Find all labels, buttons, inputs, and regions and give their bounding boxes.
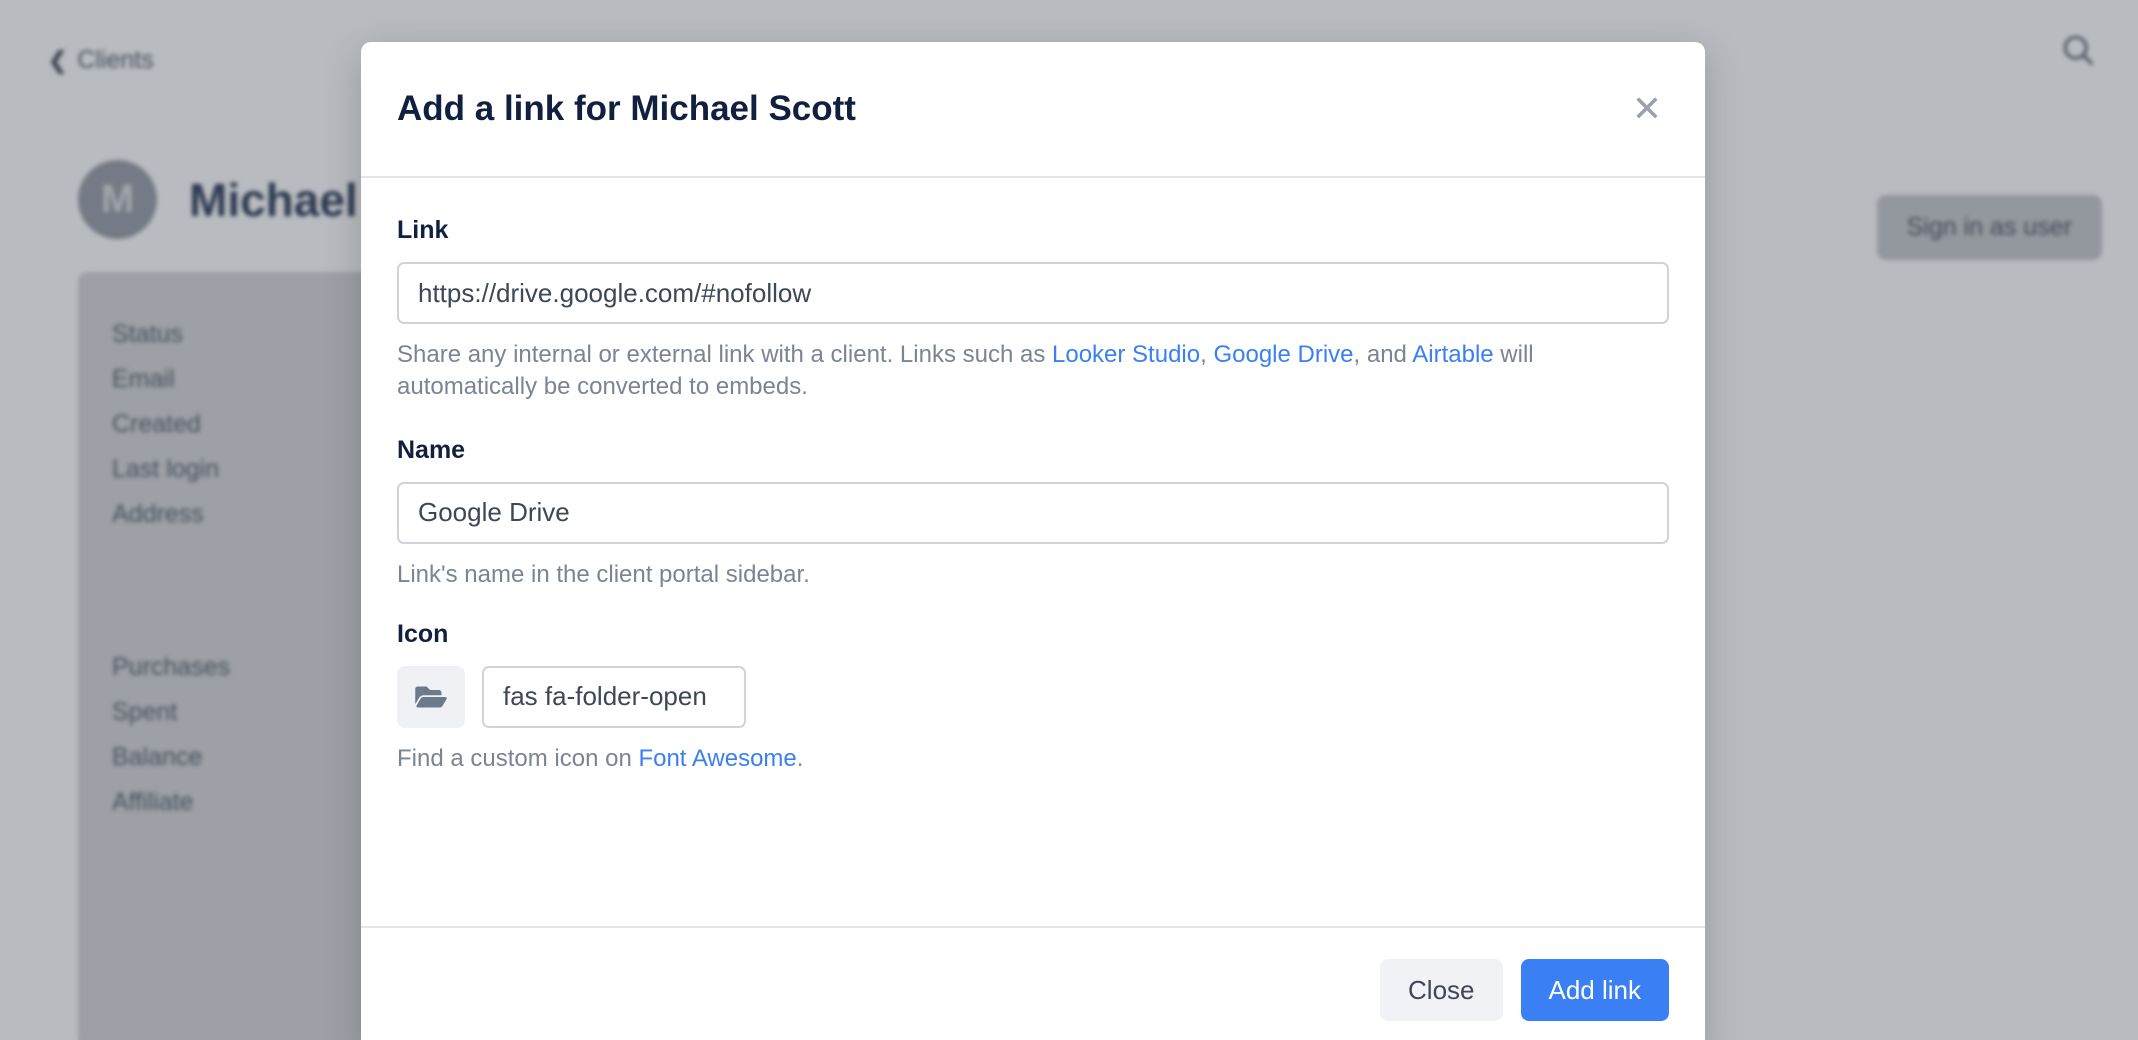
modal-header: Add a link for Michael Scott ✕	[361, 42, 1705, 178]
link-input[interactable]	[397, 262, 1669, 324]
icon-field-group: Icon Find a custom icon on Font Awesome.	[397, 620, 1669, 775]
name-input[interactable]	[397, 481, 1669, 544]
modal-footer: Close Add link	[361, 926, 1705, 1040]
name-field-group: Name Link's name in the client portal si…	[397, 436, 1669, 591]
name-help-text: Link's name in the client portal sidebar…	[397, 560, 810, 588]
name-label: Name	[397, 435, 466, 464]
folder-open-icon	[397, 665, 465, 728]
link-help-sep-2: , and	[1353, 341, 1413, 368]
link-field-group: Link Share any internal or external link…	[397, 216, 1669, 403]
icon-help-text: Find a custom icon on Font Awesome.	[397, 743, 1597, 775]
link-help-prefix: Share any internal or external link with…	[397, 341, 1052, 368]
close-button[interactable]: Close	[1380, 959, 1503, 1021]
link-help-text: Share any internal or external link with…	[397, 339, 1597, 403]
icon-help-suffix: .	[796, 744, 804, 772]
icon-help-prefix: Find a custom icon on	[397, 744, 639, 772]
add-link-button[interactable]: Add link	[1520, 959, 1669, 1021]
font-awesome-link[interactable]: Font Awesome	[638, 745, 796, 772]
icon-label: Icon	[397, 619, 449, 648]
airtable-link[interactable]: Airtable	[1412, 341, 1493, 368]
google-drive-link[interactable]: Google Drive	[1213, 341, 1353, 368]
modal-body: Link Share any internal or external link…	[361, 178, 1705, 926]
close-icon[interactable]: ✕	[1625, 87, 1669, 131]
link-label: Link	[397, 216, 449, 244]
icon-row	[397, 665, 1669, 728]
modal-title: Add a link for Michael Scott	[397, 89, 856, 128]
looker-studio-link[interactable]: Looker Studio	[1052, 341, 1200, 368]
link-help-sep-1: ,	[1200, 341, 1214, 368]
icon-class-input[interactable]	[482, 665, 746, 728]
add-link-modal: Add a link for Michael Scott ✕ Link Shar…	[361, 42, 1705, 1040]
